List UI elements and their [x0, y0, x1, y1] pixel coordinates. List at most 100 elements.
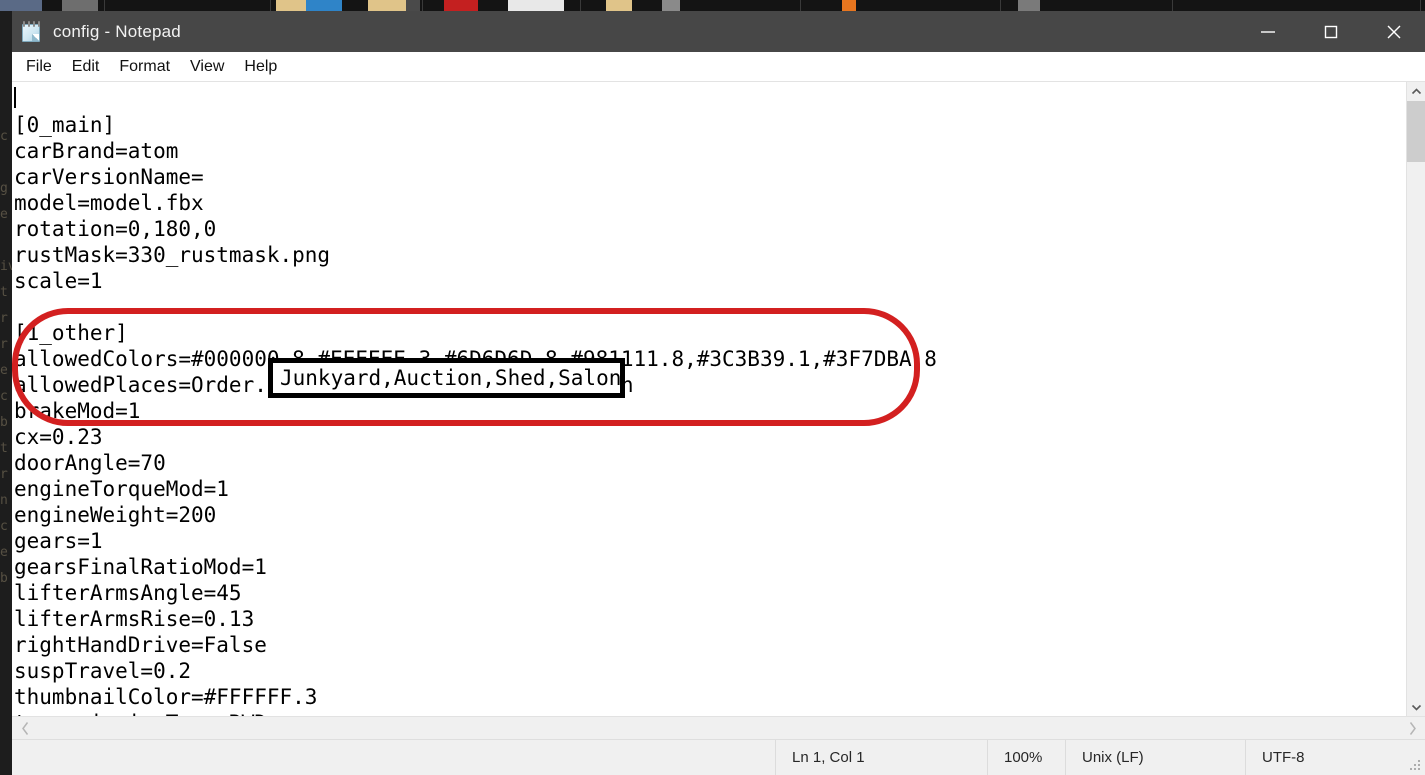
background-separator — [104, 0, 105, 11]
notepad-icon — [21, 20, 43, 43]
background-ghost-text: c — [0, 389, 8, 404]
menu-item-edit[interactable]: Edit — [62, 56, 110, 78]
config-line: lifterArmsAngle=45 — [14, 581, 242, 605]
text-editor-surface[interactable]: [0_main] carBrand=atom carVersionName= mode… — [12, 82, 1406, 716]
notepad-window: config - Notepad File Edit Format View H… — [12, 11, 1425, 775]
background-ghost-text: b — [0, 415, 8, 430]
background-ghost-text: t — [0, 285, 8, 300]
background-fragment — [842, 0, 856, 11]
menu-item-view[interactable]: View — [180, 56, 234, 78]
config-line — [12, 294, 937, 320]
background-fragment — [444, 0, 478, 11]
config-line: engineWeight=200 — [14, 503, 217, 527]
chevron-right-icon — [1409, 721, 1416, 735]
status-bar-spacer — [12, 740, 775, 775]
config-line: brakeMod=1 — [14, 399, 141, 423]
close-icon — [1387, 25, 1400, 38]
config-line: model=model.fbx — [14, 191, 204, 215]
config-line — [12, 86, 937, 112]
config-line: [1_other] — [14, 321, 128, 345]
background-separator — [1420, 0, 1421, 11]
maximize-button[interactable] — [1299, 11, 1362, 52]
background-ghost-text: e — [0, 207, 8, 222]
background-ghost-text: g — [0, 181, 8, 196]
chevron-up-icon — [1411, 87, 1421, 94]
background-left-column: c g e iv t r r e c b t r n c e b — [0, 11, 12, 775]
config-line: doorAngle=70 — [14, 451, 166, 475]
background-ghost-text: e — [0, 545, 8, 560]
config-line: lifterArmsRise=0.13 — [14, 607, 255, 631]
background-ghost-text: r — [0, 311, 8, 326]
background-ghost-text: t — [0, 441, 8, 456]
background-fragment — [508, 0, 564, 11]
horizontal-scrollbar[interactable] — [12, 716, 1425, 739]
status-line-ending[interactable]: Unix (LF) — [1065, 740, 1245, 775]
background-separator — [580, 0, 581, 11]
config-line: carBrand=atom — [14, 139, 179, 163]
title-bar[interactable]: config - Notepad — [12, 11, 1425, 52]
scroll-up-button[interactable] — [1407, 82, 1425, 100]
background-fragment — [62, 0, 98, 11]
status-bar: Ln 1, Col 1 100% Unix (LF) UTF-8 — [12, 739, 1425, 775]
config-line: cx=0.23 — [14, 425, 103, 449]
config-line: engineTorqueMod=1 — [14, 477, 229, 501]
background-fragment — [0, 0, 42, 11]
background-ghost-text: b — [0, 571, 8, 586]
scroll-left-button[interactable] — [14, 717, 36, 739]
background-ghost-text: iv — [0, 259, 12, 274]
menu-item-file[interactable]: File — [16, 56, 62, 78]
background-fragment — [276, 0, 306, 11]
status-encoding[interactable]: UTF-8 — [1245, 740, 1425, 775]
minimize-button[interactable] — [1236, 11, 1299, 52]
resize-grip-icon[interactable] — [1410, 760, 1422, 772]
background-ghost-text: n — [0, 493, 8, 508]
config-line: rightHandDrive=False — [14, 633, 267, 657]
config-text-content: [0_main] carBrand=atom carVersionName= mode… — [12, 86, 937, 716]
menu-item-help[interactable]: Help — [234, 56, 287, 78]
background-fragment — [406, 0, 420, 11]
background-separator — [800, 0, 801, 11]
background-app-strip — [0, 0, 1425, 11]
menu-item-format[interactable]: Format — [109, 56, 180, 78]
background-separator — [1000, 0, 1001, 11]
config-line: gears=1 — [14, 529, 103, 553]
config-line: [0_main] — [14, 113, 116, 137]
background-fragment — [1018, 0, 1040, 11]
config-line: thumbnailColor=#FFFFFF.3 — [14, 685, 318, 709]
background-separator — [270, 0, 271, 11]
window-controls — [1236, 11, 1425, 52]
scroll-down-button[interactable] — [1407, 698, 1425, 716]
editor-area[interactable]: [0_main] carBrand=atom carVersionName= mode… — [12, 82, 1425, 716]
status-zoom-level[interactable]: 100% — [987, 740, 1065, 775]
vertical-scrollbar[interactable] — [1406, 82, 1425, 716]
background-separator — [422, 0, 423, 11]
maximize-icon — [1324, 25, 1337, 38]
background-ghost-text: e — [0, 363, 8, 378]
background-fragment — [306, 0, 342, 11]
background-fragment — [606, 0, 632, 11]
background-fragment — [662, 0, 680, 11]
chevron-down-icon — [1411, 704, 1421, 711]
chevron-left-icon — [21, 721, 28, 735]
background-ghost-text: c — [0, 129, 8, 144]
config-line: scale=1 — [14, 269, 103, 293]
status-cursor-position[interactable]: Ln 1, Col 1 — [775, 740, 987, 775]
background-ghost-text: r — [0, 467, 8, 482]
close-button[interactable] — [1362, 11, 1425, 52]
config-line: rotation=0,180,0 — [14, 217, 217, 241]
config-line: allowedColors=#000000.8,#EEEEEE.3,#6D6D6… — [14, 347, 937, 371]
config-line: carVersionName= — [14, 165, 204, 189]
background-ghost-text: c — [0, 519, 8, 534]
scroll-right-button[interactable] — [1401, 717, 1423, 739]
window-title: config - Notepad — [53, 21, 181, 41]
config-line: suspTravel=0.2 — [14, 659, 192, 683]
background-fragment — [368, 0, 406, 11]
background-ghost-text: r — [0, 337, 8, 352]
minimize-icon — [1260, 30, 1275, 33]
menu-bar: File Edit Format View Help — [12, 52, 1425, 82]
config-line: allowedPlaces=Order.1,Junkyard,Auction,S… — [14, 373, 634, 397]
config-line: gearsFinalRatioMod=1 — [14, 555, 267, 579]
config-line: rustMask=330_rustmask.png — [14, 243, 331, 267]
background-separator — [1172, 0, 1173, 11]
vertical-scrollbar-thumb[interactable] — [1407, 101, 1425, 162]
